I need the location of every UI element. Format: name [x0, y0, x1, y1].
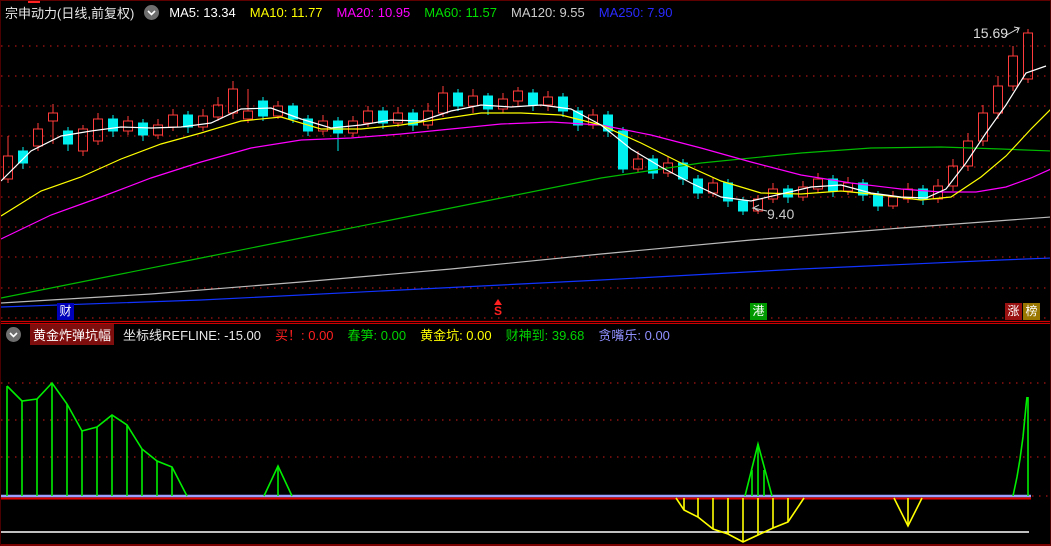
green-spike-mountain	[6, 381, 188, 497]
ma-label: MA20: 10.95	[336, 5, 411, 20]
ma-line-ma20	[1, 121, 1050, 240]
candlestick-chart[interactable]: 15.69 9.40	[1, 23, 1051, 323]
grid-layer	[1, 45, 1050, 319]
ma-label: MA250: 7.90	[598, 5, 673, 20]
indicator-value-label: 黄金坑: 0.00	[420, 328, 492, 343]
price-annotation: 15.69	[973, 25, 1008, 41]
green-spike-mid	[744, 440, 773, 497]
yellow-dip-v	[893, 497, 923, 528]
stock-title: 宗申动力(日线,前复权)	[5, 6, 135, 21]
indicator-value-label: 坐标线REFLINE: -15.00	[123, 328, 262, 343]
indicator-name[interactable]: 黄金炸弹坑幅	[30, 324, 115, 345]
ma-line-ma5	[1, 65, 1047, 202]
main-chart-header: 宗申动力(日线,前复权) MA5: 13.34 MA10: 11.77 MA20: …	[1, 2, 1050, 23]
ma-line-ma60	[1, 146, 1050, 299]
indicator-value-label: 买！: 0.00	[275, 328, 334, 343]
ma-label: MA10: 11.77	[249, 5, 323, 20]
ma-line-ma250	[1, 257, 1050, 308]
signal-s[interactable]: S	[494, 299, 502, 317]
marker-cai[interactable]: 财	[57, 303, 74, 320]
ma-label: MA60: 11.57	[424, 5, 498, 20]
price-annotation: 9.40	[767, 206, 794, 222]
indicator-values: 坐标线REFLINE: -15.00 买！: 0.00 春笋: 0.00 黄金坑: 0…	[123, 325, 670, 344]
indicator-value-label: 财神到: 39.68	[505, 328, 585, 343]
marker-zhang[interactable]: 涨	[1005, 303, 1022, 320]
marker-gang[interactable]: 港	[750, 303, 767, 320]
chevron-down-icon[interactable]	[6, 327, 21, 342]
annotation-arrow-icon	[751, 204, 768, 212]
marker-bang[interactable]: 榜	[1023, 303, 1040, 320]
indicator-value-label: 贪嘴乐: 0.00	[598, 328, 670, 343]
ma-lines-layer	[1, 65, 1050, 308]
ma-label: MA120: 9.55	[511, 5, 585, 20]
indicator-chart[interactable]	[1, 345, 1051, 546]
indicator-value-label: 春笋: 0.00	[347, 328, 407, 343]
green-spike-right	[1012, 396, 1029, 497]
green-spike-small	[263, 464, 293, 497]
indicator-header: 黄金炸弹坑幅 坐标线REFLINE: -15.00 买！: 0.00 春笋: 0.0…	[1, 323, 1050, 345]
candles-layer	[3, 29, 1033, 215]
chevron-down-icon[interactable]	[144, 5, 160, 20]
ma-line-ma120	[1, 216, 1050, 304]
ma-legend: MA5: 13.34 MA10: 11.77 MA20: 10.95 MA60: 11…	[169, 5, 672, 20]
ma-label: MA5: 13.34	[169, 5, 236, 20]
grid-layer	[1, 382, 1050, 497]
trading-terminal-window: 宗申动力(日线,前复权) MA5: 13.34 MA10: 11.77 MA20: …	[0, 0, 1051, 546]
signal-letter: S	[494, 304, 503, 318]
yellow-dip-valley	[675, 497, 805, 543]
